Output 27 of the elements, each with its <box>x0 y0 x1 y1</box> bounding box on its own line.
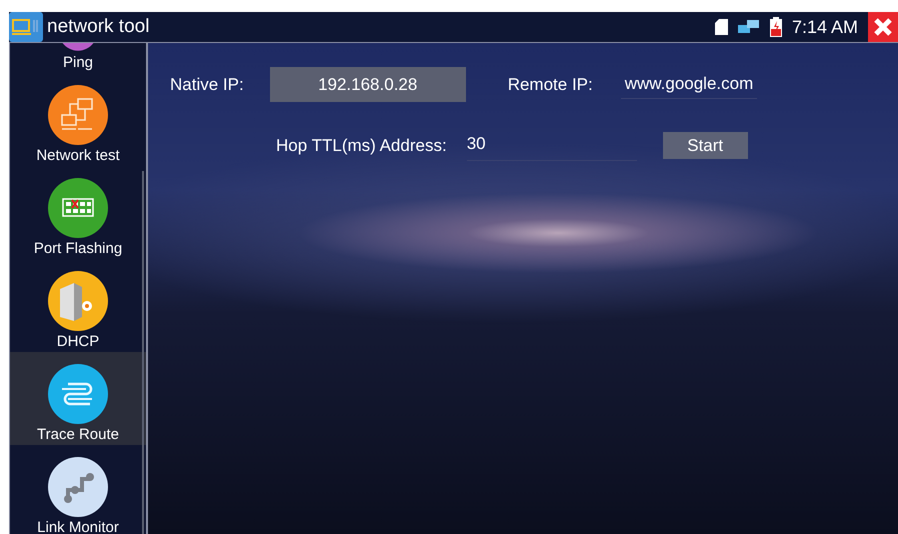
native-ip-label: Native IP: <box>170 74 244 94</box>
close-button[interactable] <box>868 12 898 42</box>
clock-time: 7:14 AM <box>792 16 858 38</box>
network-icon <box>48 85 108 145</box>
close-icon <box>873 17 893 37</box>
server-icon <box>48 271 108 331</box>
scrollbar[interactable] <box>142 171 144 534</box>
hop-ttl-field[interactable]: 30 <box>466 130 637 161</box>
sidebar-item[interactable]: Ping <box>10 43 146 73</box>
sidebar-item[interactable]: Network test <box>10 73 146 166</box>
network-status-icon <box>738 20 760 34</box>
window-title: network tool <box>47 16 150 38</box>
sidebar-item[interactable]: Port Flashing <box>10 166 146 259</box>
route-icon <box>48 364 108 424</box>
link-icon <box>48 457 108 517</box>
sidebar-item[interactable]: Link Monitor <box>10 445 146 534</box>
start-button[interactable]: Start <box>662 132 748 159</box>
battery-charging-icon <box>770 17 782 37</box>
sidebar-item[interactable]: Trace Route <box>10 352 146 445</box>
sd-card-icon <box>714 19 728 35</box>
native-ip-field[interactable]: 192.168.0.28 <box>270 67 466 102</box>
sidebar-item[interactable]: DHCP <box>10 259 146 352</box>
app-icon <box>9 12 43 42</box>
port-icon <box>48 178 108 238</box>
remote-ip-label: Remote IP: <box>508 74 593 94</box>
hop-ttl-label: Hop TTL(ms) Address: <box>276 136 447 156</box>
remote-ip-field[interactable]: www.google.com <box>620 70 758 99</box>
